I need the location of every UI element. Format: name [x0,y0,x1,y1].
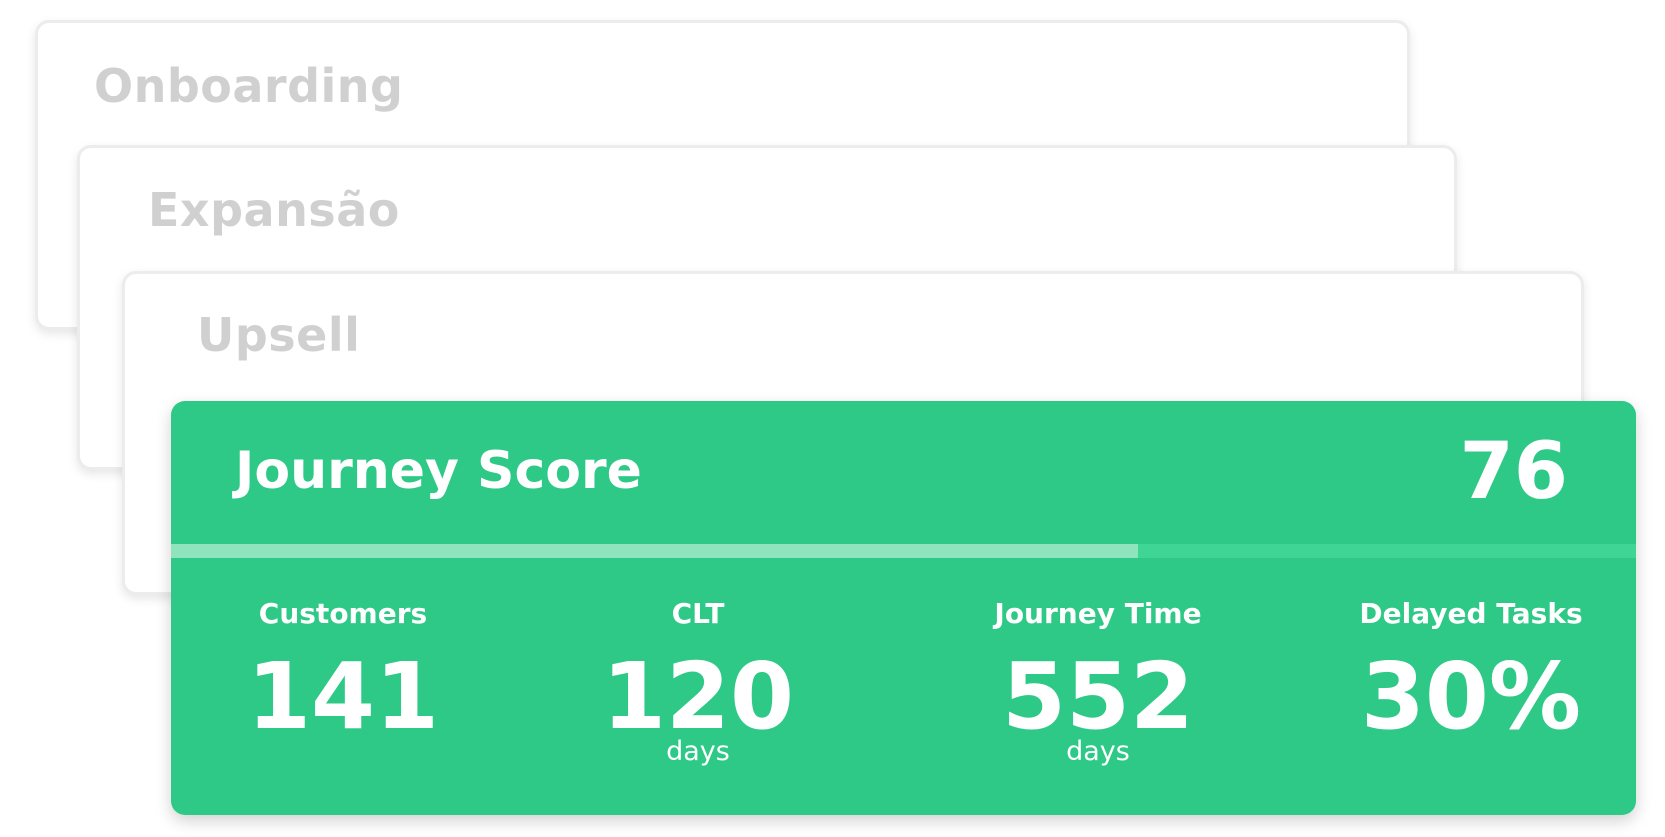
metric-unit: days [666,736,730,767]
metrics-row: Customers 141 CLT 120 days Journey Time … [171,597,1636,797]
metric-delayed-tasks: Delayed Tasks 30% [1311,597,1631,745]
journey-card-title: Expansão [148,183,400,237]
metric-value: 141 [246,643,440,750]
metric-customers: Customers 141 [183,597,503,745]
journey-score-card[interactable]: Journey Score 76 Customers 141 CLT 120 d… [171,401,1636,815]
journey-score-progress-fill [171,544,1138,558]
metric-clt: CLT 120 days [538,597,858,767]
metric-unit: days [1066,736,1130,767]
journey-card-title: Onboarding [94,59,404,113]
metric-value: 552 [1001,643,1195,750]
metric-label: Delayed Tasks [1359,597,1583,630]
metric-label: Journey Time [994,597,1202,630]
journey-stack: Onboarding Expansão Upsell Journey Score… [0,0,1665,837]
metric-value: 30% [1360,643,1582,750]
metric-label: CLT [671,597,725,630]
metric-label: Customers [258,597,428,630]
journey-card-title: Upsell [197,308,361,362]
metric-value: 120 [601,643,795,750]
metric-journey-time: Journey Time 552 days [938,597,1258,767]
journey-score-title: Journey Score [235,441,642,501]
journey-score-progress-track [171,544,1636,558]
journey-score-value: 76 [1459,427,1568,517]
